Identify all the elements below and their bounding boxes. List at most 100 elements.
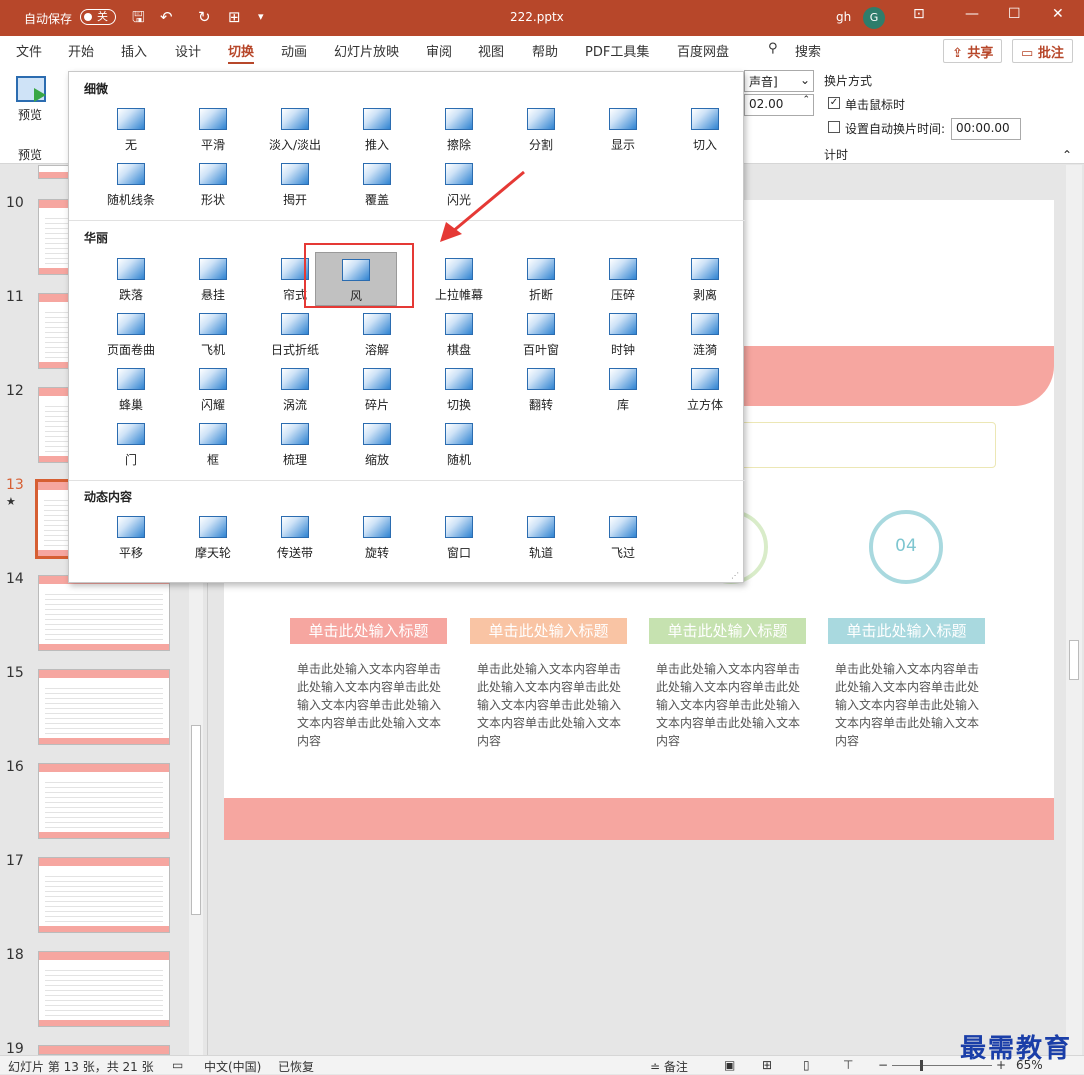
tab-view[interactable]: 视图 (478, 41, 504, 60)
transition-option[interactable]: 形状 (173, 163, 253, 215)
transition-option[interactable]: 门 (91, 423, 171, 475)
transition-option[interactable]: 剥离 (665, 258, 745, 310)
zoom-slider-handle[interactable] (920, 1060, 923, 1071)
slideshow-view-icon[interactable]: ⊤ (843, 1058, 853, 1072)
card-title[interactable]: 单击此处输入标题 (649, 618, 806, 644)
slide-thumbnail[interactable] (38, 1045, 170, 1055)
transition-option[interactable]: 窗口 (419, 516, 499, 568)
slide-thumbnail[interactable] (38, 575, 170, 651)
redo-icon[interactable]: ↻ (198, 8, 211, 26)
slide-thumbnail[interactable] (38, 763, 170, 839)
autosave-toggle[interactable]: 关 (80, 9, 116, 25)
transition-option[interactable]: 轨道 (501, 516, 581, 568)
transition-option[interactable]: 摩天轮 (173, 516, 253, 568)
preview-button-label[interactable]: 预览 (18, 106, 42, 123)
transition-option[interactable]: 上拉帷幕 (419, 258, 499, 310)
title-placeholder[interactable] (732, 422, 996, 468)
tab-help[interactable]: 帮助 (532, 41, 558, 60)
collapse-ribbon-icon[interactable]: ⌃ (1062, 148, 1072, 162)
transition-option[interactable]: 翻转 (501, 368, 581, 420)
card-text[interactable]: 单击此处输入文本内容单击此处输入文本内容单击此处输入文本内容单击此处输入文本内容… (477, 660, 627, 750)
notes-button[interactable]: ≐ 备注 (650, 1058, 688, 1075)
duration-input[interactable]: 02.00 ⌃ (744, 94, 814, 116)
save-icon[interactable]: 🖫 (132, 8, 145, 26)
transition-option[interactable]: 悬挂 (173, 258, 253, 310)
transition-option[interactable]: 飞过 (583, 516, 663, 568)
slide-scrollbar[interactable] (1066, 165, 1082, 1055)
transition-option[interactable]: 溶解 (337, 313, 417, 365)
tab-animations[interactable]: 动画 (281, 41, 307, 60)
comment-button[interactable]: ▭ 批注 (1012, 39, 1073, 63)
tab-insert[interactable]: 插入 (121, 41, 147, 60)
transition-option[interactable]: 日式折纸 (255, 313, 335, 365)
transition-option[interactable]: 库 (583, 368, 663, 420)
tab-file[interactable]: 文件 (16, 41, 42, 60)
customize-quick-access-icon[interactable]: ▾ (258, 8, 264, 26)
transition-option[interactable]: 推入 (337, 108, 417, 160)
share-button[interactable]: ⇪ 共享 (943, 39, 1003, 63)
tab-slideshow[interactable]: 幻灯片放映 (334, 41, 399, 60)
undo-icon[interactable]: ↶ (160, 8, 173, 26)
card-title[interactable]: 单击此处输入标题 (470, 618, 627, 644)
accessibility-icon[interactable]: ▭ (172, 1058, 183, 1072)
transition-option[interactable]: 百叶窗 (501, 313, 581, 365)
slide-sorter-icon[interactable]: ⊞ (762, 1058, 772, 1072)
transition-option[interactable]: 立方体 (665, 368, 745, 420)
transition-option[interactable]: 折断 (501, 258, 581, 310)
transition-option[interactable]: 随机 (419, 423, 499, 475)
transition-option[interactable]: 分割 (501, 108, 581, 160)
transition-option[interactable]: 擦除 (419, 108, 499, 160)
zoom-slider[interactable] (892, 1060, 992, 1071)
tab-review[interactable]: 审阅 (426, 41, 452, 60)
ribbon-display-icon[interactable]: ⊡ (913, 6, 925, 22)
transition-option[interactable]: 闪耀 (173, 368, 253, 420)
close-icon[interactable]: ✕ (1052, 6, 1064, 22)
transition-option[interactable]: 切换 (419, 368, 499, 420)
minimize-icon[interactable]: — (965, 6, 979, 22)
transition-option[interactable]: 随机线条 (91, 163, 171, 215)
transition-option[interactable]: 无 (91, 108, 171, 160)
auto-advance-time-input[interactable]: 00:00.00 (951, 118, 1021, 140)
transition-option[interactable]: 飞机 (173, 313, 253, 365)
slide-thumbnail[interactable] (38, 951, 170, 1027)
transition-option[interactable]: 切入 (665, 108, 745, 160)
transition-option[interactable]: 碎片 (337, 368, 417, 420)
resize-grip-icon[interactable]: ⋰ (731, 571, 739, 580)
preview-icon[interactable] (16, 76, 46, 102)
card-text[interactable]: 单击此处输入文本内容单击此处输入文本内容单击此处输入文本内容单击此处输入文本内容… (297, 660, 447, 750)
search-label[interactable]: 搜索 (795, 41, 821, 60)
search-icon[interactable]: ⚲ (768, 41, 778, 56)
reading-view-icon[interactable]: ▯ (803, 1058, 810, 1072)
transition-option[interactable]: 平移 (91, 516, 171, 568)
tab-design[interactable]: 设计 (175, 41, 201, 60)
card-text[interactable]: 单击此处输入文本内容单击此处输入文本内容单击此处输入文本内容单击此处输入文本内容… (835, 660, 985, 750)
transition-option[interactable]: 梳理 (255, 423, 335, 475)
on-click-checkbox[interactable]: ✓ (828, 97, 840, 109)
avatar[interactable]: G (863, 7, 885, 29)
maximize-icon[interactable]: ☐ (1008, 6, 1021, 22)
transition-option[interactable]: 蜂巢 (91, 368, 171, 420)
transition-option[interactable]: 涟漪 (665, 313, 745, 365)
transition-option[interactable]: 棋盘 (419, 313, 499, 365)
present-icon[interactable]: ⊞ (228, 8, 241, 26)
transition-option[interactable]: 时钟 (583, 313, 663, 365)
transition-option[interactable]: 缩放 (337, 423, 417, 475)
tab-pdf-tools[interactable]: PDF工具集 (585, 41, 649, 60)
card-text[interactable]: 单击此处输入文本内容单击此处输入文本内容单击此处输入文本内容单击此处输入文本内容… (656, 660, 806, 750)
slide-thumbnail[interactable] (38, 857, 170, 933)
transition-option[interactable]: 页面卷曲 (91, 313, 171, 365)
transition-option[interactable]: 跌落 (91, 258, 171, 310)
transition-option[interactable]: 涡流 (255, 368, 335, 420)
transition-option[interactable]: 揭开 (255, 163, 335, 215)
transition-option[interactable]: 覆盖 (337, 163, 417, 215)
transition-option[interactable]: 传送带 (255, 516, 335, 568)
tab-transitions[interactable]: 切换 (228, 41, 255, 65)
transition-option[interactable]: 闪光 (419, 163, 499, 215)
card-title[interactable]: 单击此处输入标题 (828, 618, 985, 644)
transition-option[interactable]: 旋转 (337, 516, 417, 568)
auto-advance-checkbox[interactable] (828, 121, 840, 133)
card-title[interactable]: 单击此处输入标题 (290, 618, 447, 644)
sound-select[interactable]: 声音] ⌄ (744, 70, 814, 92)
tab-baidu-netdisk[interactable]: 百度网盘 (677, 41, 729, 60)
slide-thumbnail[interactable] (38, 669, 170, 745)
